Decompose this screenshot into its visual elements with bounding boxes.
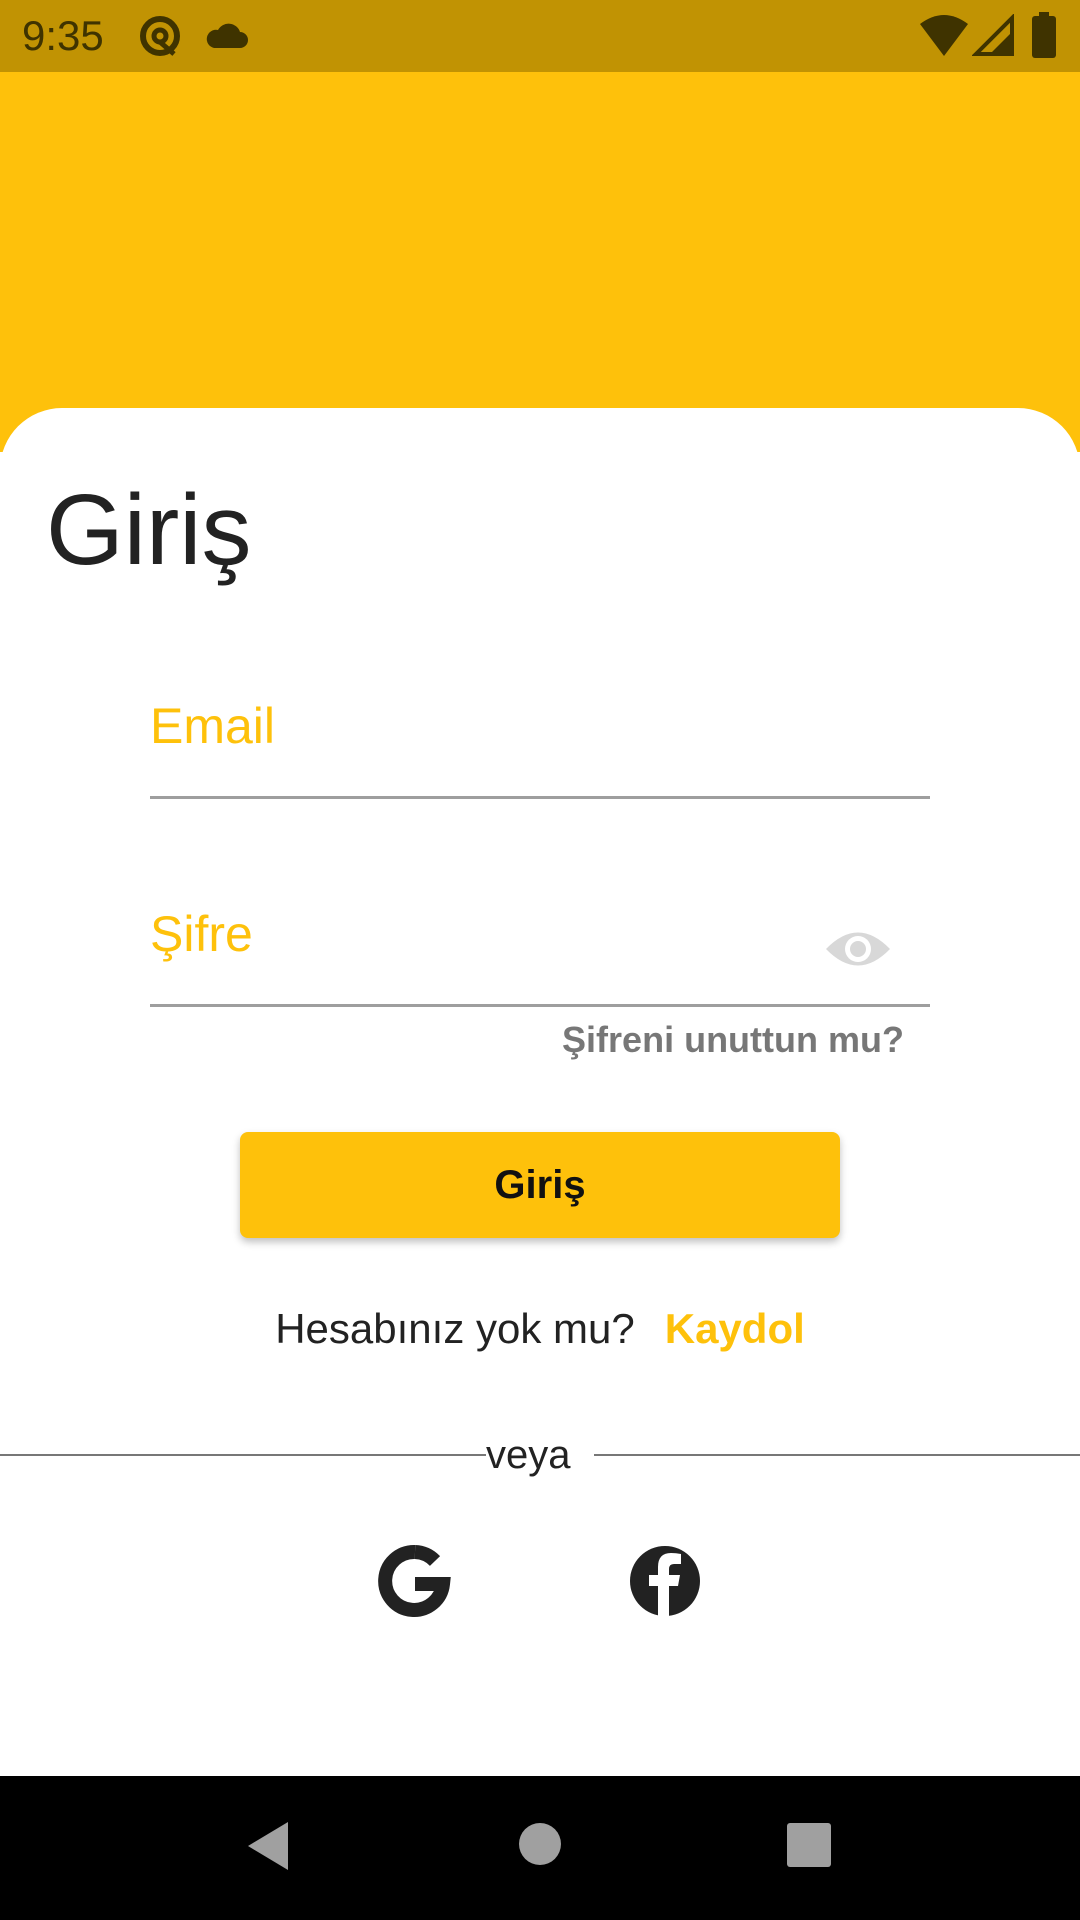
facebook-icon[interactable] [628, 1544, 702, 1618]
back-icon[interactable] [244, 1820, 292, 1872]
signup-link[interactable]: Kaydol [665, 1305, 805, 1352]
password-label: Şifre [150, 906, 253, 962]
signal-icon [972, 14, 1014, 56]
battery-icon [1032, 12, 1056, 58]
page-title: Giriş [46, 474, 252, 586]
cloud-icon [206, 23, 248, 48]
login-screen: 9:35 Giriş Email Şifre Şifreni unuttun m… [0, 0, 1080, 1920]
password-field[interactable]: Şifre [150, 894, 930, 1007]
email-field[interactable]: Email [150, 686, 930, 799]
signup-row: Hesabınız yok mu? Kaydol [0, 1302, 1080, 1356]
forgot-password-link[interactable]: Şifreni unuttun mu? [562, 1016, 904, 1064]
email-label: Email [150, 698, 276, 754]
divider-line-right [594, 1454, 1080, 1456]
divider-text: veya [486, 1433, 571, 1477]
home-icon[interactable] [518, 1822, 562, 1866]
eye-icon[interactable] [824, 924, 892, 974]
status-time: 9:35 [22, 12, 104, 59]
header-background [0, 72, 1080, 452]
signup-prompt: Hesabınız yok mu? [275, 1305, 635, 1352]
at-sign-icon [140, 16, 180, 56]
divider-line-left [0, 1454, 486, 1456]
navigation-bar [0, 1776, 1080, 1920]
google-icon[interactable] [378, 1544, 452, 1618]
recents-icon[interactable] [786, 1822, 832, 1868]
status-bar: 9:35 [0, 0, 1080, 72]
login-button[interactable]: Giriş [240, 1132, 840, 1238]
wifi-icon [920, 15, 968, 56]
login-card [0, 408, 1080, 1776]
